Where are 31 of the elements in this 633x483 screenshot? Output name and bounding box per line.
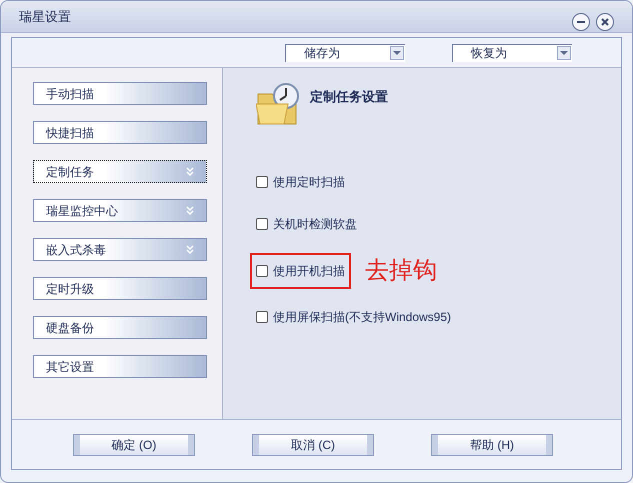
checkbox-option[interactable]: 使用开机扫描 <box>250 253 351 289</box>
sidebar-item[interactable]: 嵌入式杀毒 <box>33 238 207 261</box>
checkbox[interactable] <box>256 311 268 323</box>
dropdown[interactable]: 恢复为 <box>452 44 572 62</box>
sidebar-item[interactable]: 定时升级 <box>33 277 207 300</box>
close-button[interactable] <box>596 12 614 30</box>
chevron-down-icon <box>186 206 194 215</box>
sidebar-item[interactable]: 瑞星监控中心 <box>33 199 207 222</box>
dialog-button[interactable]: 确定 (O) <box>73 434 195 456</box>
section-heading: 定制任务设置 <box>310 88 388 106</box>
sidebar-item[interactable]: 手动扫描 <box>33 82 207 105</box>
sidebar-item[interactable]: 其它设置 <box>33 355 207 378</box>
checkbox-option[interactable]: 关机时检测软盘 <box>256 213 357 235</box>
checkbox-option[interactable]: 使用屏保扫描(不支持Windows95) <box>256 306 452 328</box>
close-icon <box>601 18 609 26</box>
chevron-down-icon <box>186 167 194 176</box>
sidebar-item[interactable]: 快捷扫描 <box>33 121 207 144</box>
dropdown[interactable]: 储存为 <box>285 44 405 62</box>
checkbox[interactable] <box>256 218 268 230</box>
dialog-button[interactable]: 取消 (C) <box>252 434 374 456</box>
sidebar-item[interactable]: 定制任务 <box>33 160 207 183</box>
window-title: 瑞星设置 <box>19 8 71 26</box>
annotation-text: 去掉钩 <box>365 257 437 286</box>
minimize-button[interactable] <box>572 12 590 30</box>
chevron-down-icon <box>186 245 194 254</box>
checkbox[interactable] <box>256 265 268 277</box>
checkbox[interactable] <box>256 176 268 188</box>
minimize-icon <box>577 20 585 22</box>
checkbox-option[interactable]: 使用定时扫描 <box>256 171 345 193</box>
sidebar-item[interactable]: 硬盘备份 <box>33 316 207 339</box>
dialog-button[interactable]: 帮助 (H) <box>431 434 553 456</box>
